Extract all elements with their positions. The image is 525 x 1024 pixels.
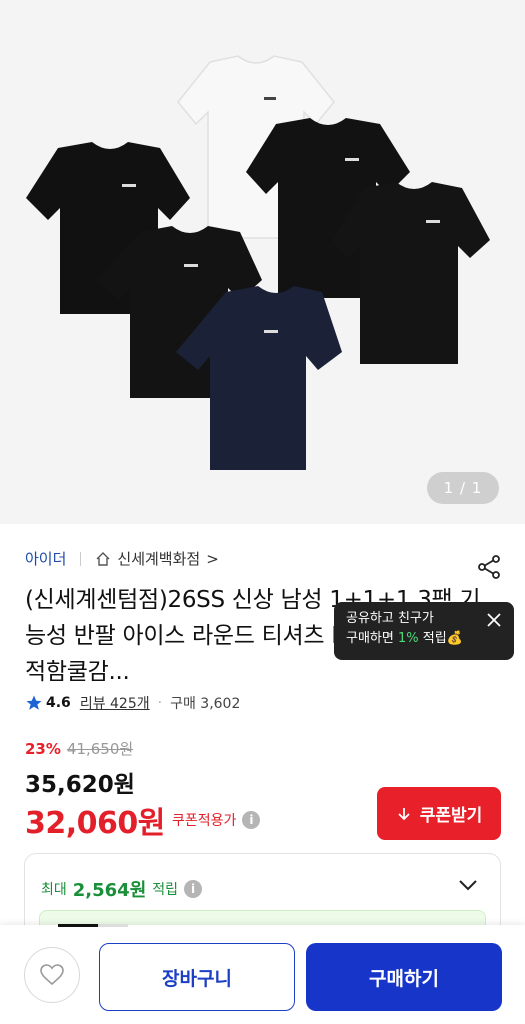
discount-row: 23% 41,650원 bbox=[25, 738, 133, 759]
points-suffix: 적립 bbox=[152, 882, 179, 898]
money-bag-icon: 💰 bbox=[446, 631, 463, 646]
info-icon[interactable]: i bbox=[242, 811, 261, 829]
sale-price: 35,620원 bbox=[25, 772, 135, 798]
share-icon bbox=[478, 555, 500, 579]
purchase-count: 구매 3,602 bbox=[170, 696, 241, 712]
rating-row: 4.6 리뷰 425개 · 구매 3,602 bbox=[25, 693, 240, 713]
coupon-button-label: 쿠폰받기 bbox=[419, 806, 483, 826]
chevron-right-icon: > bbox=[206, 549, 219, 568]
close-icon[interactable] bbox=[486, 612, 502, 628]
share-button[interactable] bbox=[474, 552, 504, 582]
add-to-cart-button[interactable]: 장바구니 bbox=[99, 943, 295, 1011]
home-icon bbox=[96, 551, 110, 566]
info-icon[interactable]: i bbox=[184, 880, 203, 898]
buy-now-button[interactable]: 구매하기 bbox=[306, 943, 502, 1011]
store-link[interactable]: 신세계백화점 > bbox=[95, 548, 219, 569]
tooltip-highlight: 1% bbox=[397, 631, 419, 646]
coupon-label-row: 쿠폰적용가 i bbox=[172, 810, 261, 830]
seller-row: 아이더 신세계백화점 > bbox=[25, 548, 219, 569]
share-tooltip: 공유하고 친구가 구매하면 1% 적립💰 bbox=[334, 602, 514, 660]
coupon-price: 32,060원 bbox=[25, 806, 165, 841]
download-icon bbox=[398, 807, 410, 820]
points-prefix: 최대 bbox=[41, 882, 67, 898]
coupon-label: 쿠폰적용가 bbox=[172, 813, 237, 829]
coupon-download-button[interactable]: 쿠폰받기 bbox=[377, 787, 501, 840]
original-price: 41,650원 bbox=[66, 740, 134, 758]
tooltip-text: 구매하면 bbox=[346, 631, 398, 646]
scroll-progress-fill bbox=[58, 924, 98, 927]
tooltip-line2: 구매하면 1% 적립💰 bbox=[346, 629, 514, 649]
product-image bbox=[26, 55, 490, 470]
heart-icon bbox=[40, 964, 64, 986]
store-name: 신세계백화점 bbox=[117, 550, 201, 568]
star-icon bbox=[26, 695, 42, 710]
image-counter: 1 / 1 bbox=[427, 472, 499, 504]
dot-separator: · bbox=[157, 695, 163, 711]
tooltip-text-suffix: 적립 bbox=[418, 631, 447, 646]
chevron-down-icon[interactable] bbox=[458, 878, 478, 892]
divider bbox=[80, 551, 82, 566]
rating-score: 4.6 bbox=[46, 695, 71, 711]
brand-link[interactable]: 아이더 bbox=[25, 548, 66, 569]
points-amount: 2,564원 bbox=[72, 880, 147, 901]
product-image-gallery[interactable]: 1 / 1 bbox=[0, 0, 525, 524]
points-summary: 최대 2,564원 적립 i bbox=[41, 876, 203, 902]
discount-rate: 23% bbox=[25, 739, 61, 758]
review-link[interactable]: 리뷰 425개 bbox=[80, 693, 150, 713]
wishlist-button[interactable] bbox=[24, 947, 80, 1003]
